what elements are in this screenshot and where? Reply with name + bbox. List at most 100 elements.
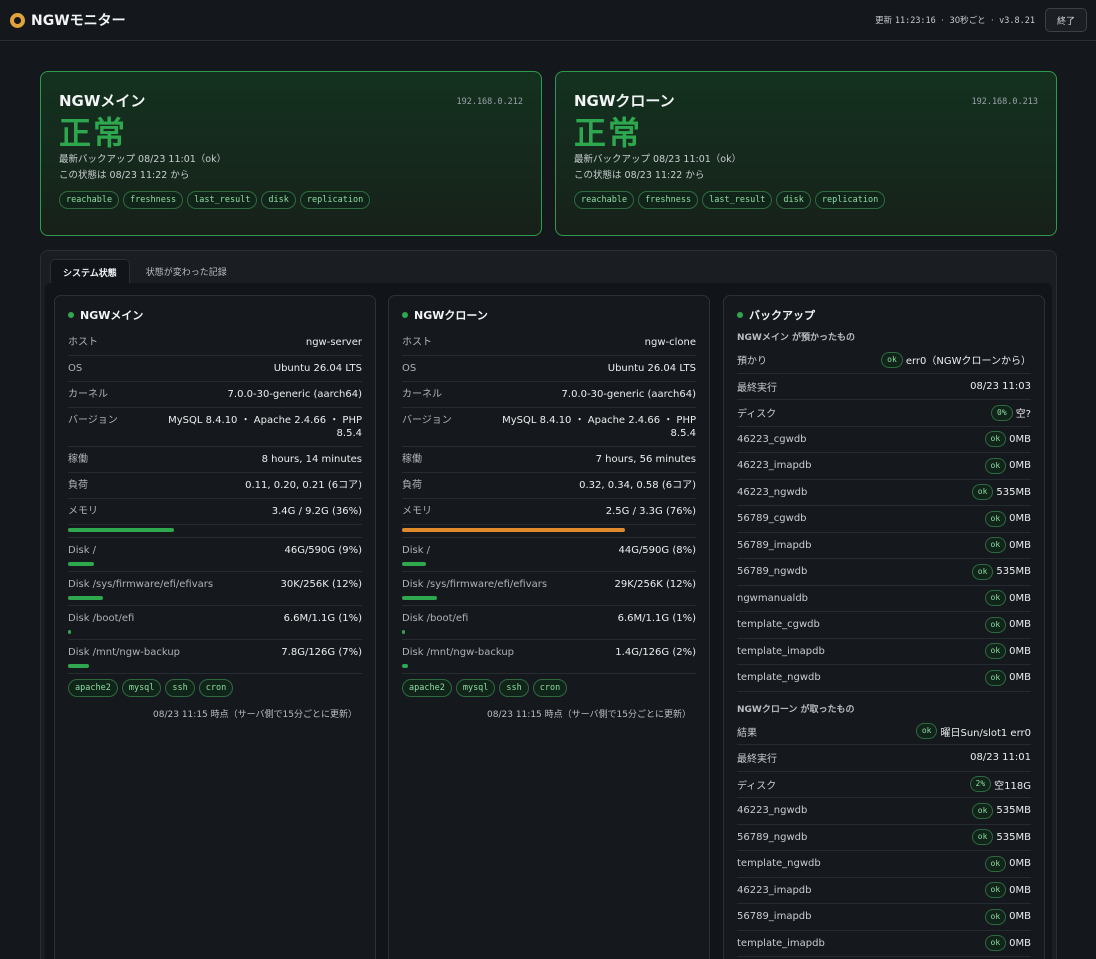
backup-row: 46223_cgwdb ok 0MB <box>737 427 1031 453</box>
disk-bar-track <box>402 559 696 572</box>
backup-label: template_ngwdb <box>737 672 821 684</box>
backup-label: 56789_ngwdb <box>737 566 808 578</box>
tab-system-status[interactable]: システム状態 <box>50 259 130 284</box>
info-value: 2.5G / 3.3G (76%) <box>605 506 696 517</box>
backup-value-group: ok 0MB <box>984 855 1031 872</box>
backup-row: ディスク 0% 空? <box>737 400 1031 427</box>
status-dot-icon <box>737 312 743 318</box>
disk-bar-track <box>68 593 362 606</box>
disk-bar-track <box>402 627 696 640</box>
status-pill: ok <box>984 457 1007 474</box>
backup-value: 曜日Sun/slot1 err0 <box>940 727 1031 739</box>
tab-state-history[interactable]: 状態が変わった記録 <box>134 259 239 284</box>
backup-card: バックアップ NGWメイン が預かったもの 預かり ok err0（NGWクローンか… <box>723 295 1045 959</box>
disk-bar-track <box>68 661 362 674</box>
disk-usage-bar <box>68 596 104 600</box>
backup-row: 56789_ngwdb ok 535MB <box>737 559 1031 586</box>
backup-label: 46223_ngwdb <box>737 486 808 498</box>
info-value: 7.0.0-30-generic (aarch64) <box>561 389 696 400</box>
status-pill: ok <box>984 510 1007 527</box>
info-label: OS <box>402 363 417 374</box>
check-tag: last_result <box>702 191 773 209</box>
node-state: 正常 <box>59 114 128 152</box>
disk-label: Disk /sys/firmware/efi/efivars <box>68 579 214 590</box>
tab-content: NGWメイン ホスト ngw-server OS Ubuntu 26.04 LTS カー… <box>45 283 1052 959</box>
backup-value-group: ok 0MB <box>984 510 1031 527</box>
card-title-text: バックアップ <box>749 309 815 322</box>
status-pill: ok <box>984 935 1007 952</box>
status-pill: 0% <box>991 404 1013 421</box>
card-title-text: NGWクローン <box>414 309 488 322</box>
backup-value-group: ok 535MB <box>971 829 1031 846</box>
disk-value: 46G/590G (9%) <box>284 545 362 556</box>
backup-value: 0MB <box>1009 460 1031 472</box>
state-since-text: この状態は 08/23 11:22 から <box>59 170 190 181</box>
backup-row: 預かり ok err0（NGWクローンから） <box>737 347 1031 374</box>
backup-value-group: ok 0MB <box>984 908 1031 925</box>
backup-value-group: ok 535MB <box>971 484 1031 501</box>
check-tag: disk <box>261 191 296 209</box>
backup-value-group: 08/23 11:03 <box>970 381 1031 392</box>
system-card-main: NGWメイン ホスト ngw-server OS Ubuntu 26.04 LTS カー… <box>54 295 376 959</box>
info-value: 7.0.0-30-generic (aarch64) <box>227 389 362 400</box>
disk-usage-bar <box>68 630 71 634</box>
backup-row: 56789_imapdb ok 0MB <box>737 904 1031 931</box>
backup-label: 46223_imapdb <box>737 884 812 896</box>
check-tags: reachable freshness last_result disk rep… <box>574 191 1038 209</box>
info-value: 0.32, 0.34, 0.58 (6コア) <box>579 480 696 491</box>
info-label: カーネル <box>68 389 108 400</box>
card-title-text: NGWメイン <box>80 309 144 322</box>
service-tag: mysql <box>121 679 162 697</box>
card-title: NGWメイン <box>68 308 362 322</box>
quit-button[interactable]: 終了 <box>1044 8 1087 32</box>
tab-bar: システム状態 状態が変わった記録 <box>50 259 239 284</box>
info-label: ホスト <box>402 337 432 348</box>
backup-row: ngwmanualdb ok 0MB <box>737 586 1031 612</box>
backup-row: 56789_ngwdb ok 535MB <box>737 825 1031 851</box>
disk-usage-bar <box>402 664 408 668</box>
disk-usage-bar <box>68 562 95 566</box>
node-state: 正常 <box>574 114 643 152</box>
status-dot-icon <box>68 312 74 318</box>
disk-label: Disk /boot/efi <box>68 613 135 624</box>
backup-row: template_ngwdb ok 0MB <box>737 665 1031 692</box>
backup-value-group: ok 曜日Sun/slot1 err0 <box>915 723 1031 740</box>
check-tag: replication <box>299 191 371 209</box>
backup-label: 56789_imapdb <box>737 539 812 551</box>
disk-row: Disk / 44G/590G (8%) <box>402 538 696 559</box>
disk-value: 1.4G/126G (2%) <box>615 647 696 658</box>
disk-label: Disk / <box>68 545 97 556</box>
backup-value: 08/23 11:01 <box>970 752 1031 764</box>
info-row: 稼働 7 hours, 56 minutes <box>402 447 696 473</box>
backup-row: ディスク 2% 空118G <box>737 772 1031 798</box>
backup-label: ディスク <box>737 780 777 792</box>
system-rows: ホスト ngw-server OS Ubuntu 26.04 LTS カーネル 7.0.0… <box>68 330 362 720</box>
disk-label: Disk /sys/firmware/efi/efivars <box>402 579 548 590</box>
info-value: 0.11, 0.20, 0.21 (6コア) <box>245 480 362 491</box>
status-pill: ok <box>984 643 1007 660</box>
backup-label: 46223_cgwdb <box>737 433 807 445</box>
backup-value-group: ok 0MB <box>984 643 1031 660</box>
backup-value: 0MB <box>1009 513 1031 525</box>
logo-icon <box>10 12 25 28</box>
info-label: 負荷 <box>402 480 422 491</box>
check-tags: reachable freshness last_result disk rep… <box>59 191 523 209</box>
info-row: カーネル 7.0.0-30-generic (aarch64) <box>68 382 362 408</box>
system-card-clone: NGWクローン ホスト ngw-clone OS Ubuntu 26.04 LTS カー… <box>388 295 710 959</box>
backup-value: 535MB <box>996 831 1031 843</box>
backup-label: 結果 <box>737 727 757 739</box>
disk-row: Disk /sys/firmware/efi/efivars 30K/256K (… <box>68 572 362 593</box>
backup-label: template_imapdb <box>737 937 825 949</box>
backup-value-group: 2% 空118G <box>969 776 1031 793</box>
check-tag: reachable <box>59 191 120 209</box>
info-row: OS Ubuntu 26.04 LTS <box>402 356 696 382</box>
check-tag: replication <box>814 191 886 209</box>
info-value: 7 hours, 56 minutes <box>595 454 696 465</box>
disk-bar-track <box>402 661 696 674</box>
info-row: メモリ 2.5G / 3.3G (76%) <box>402 499 696 525</box>
backup-value: 0MB <box>1009 911 1031 923</box>
info-value: Ubuntu 26.04 LTS <box>273 363 362 374</box>
info-row: 負荷 0.32, 0.34, 0.58 (6コア) <box>402 473 696 499</box>
backup-value: 0MB <box>1009 619 1031 631</box>
disk-usage-bar <box>402 562 426 566</box>
